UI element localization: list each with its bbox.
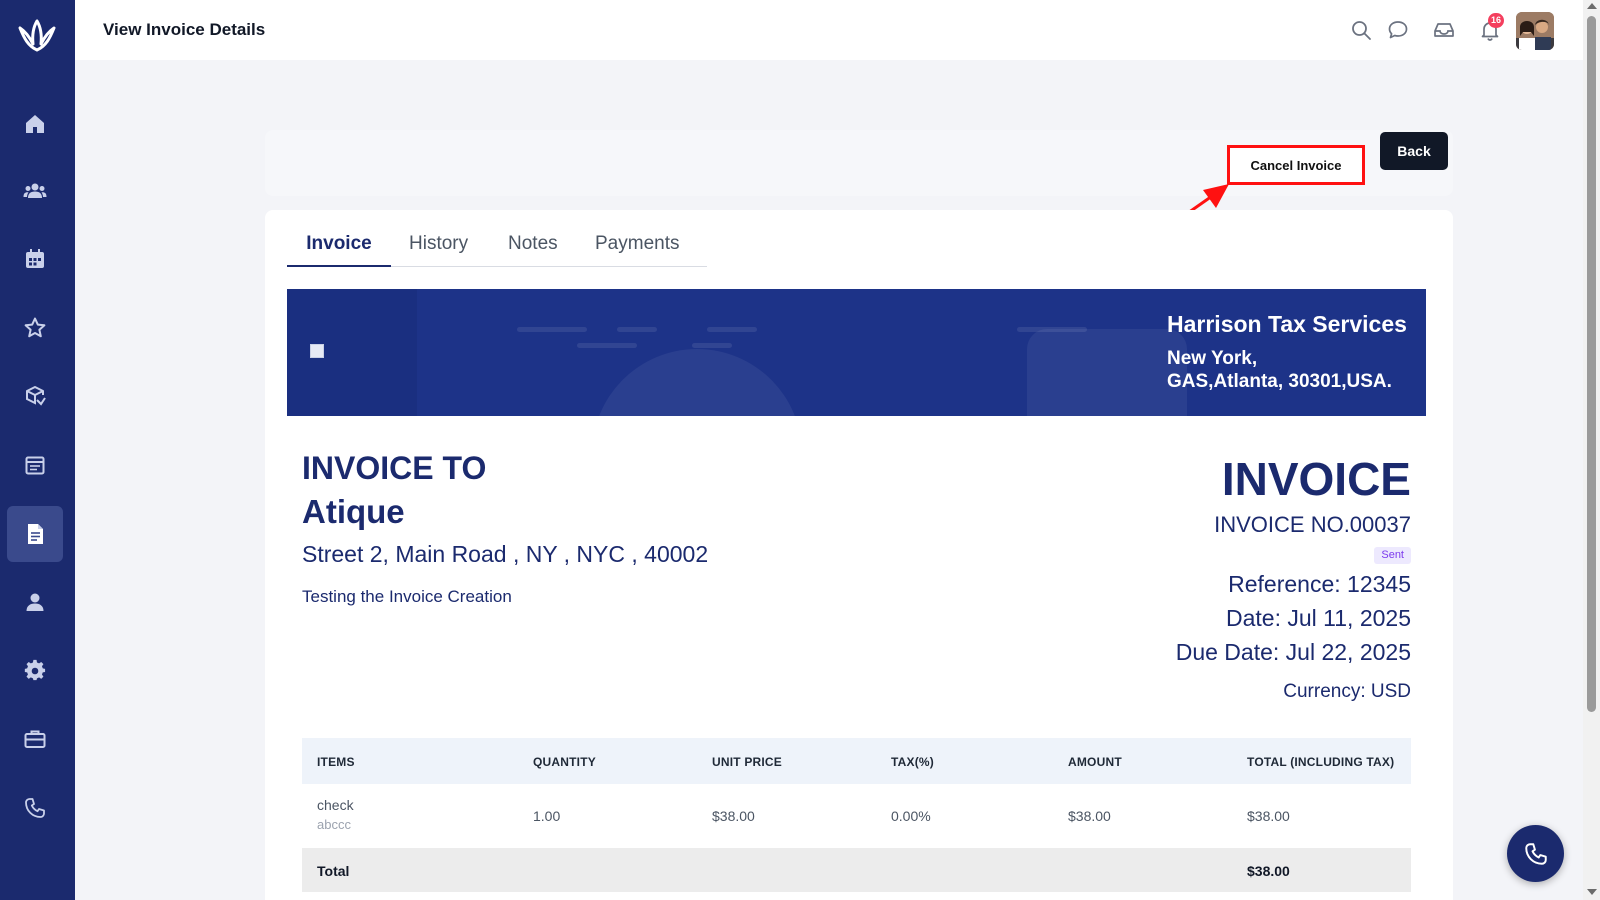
company-address: New York, GAS,Atlanta, 30301,USA. [1167,347,1407,393]
tab-history[interactable]: History [391,228,486,267]
column-header-unit-price: UNIT PRICE [712,755,783,769]
invoice-note: Testing the Invoice Creation [302,587,512,606]
scroll-down-arrow[interactable] [1587,889,1597,895]
invoice-to-heading: INVOICE TO [302,450,487,486]
nav-users[interactable] [7,163,63,219]
nav-schedule[interactable] [7,437,63,493]
user-icon [26,593,44,611]
nav-favorites[interactable] [7,300,63,356]
phone-icon [1524,842,1547,865]
chat-icon[interactable] [1386,18,1410,42]
calendar-note-icon [25,456,45,475]
item-name: check [317,797,354,813]
scrollbar-thumb[interactable] [1587,16,1596,712]
company-name: Harrison Tax Services [1167,311,1407,337]
avatar[interactable] [1516,12,1554,50]
item-quantity: 1.00 [533,808,561,824]
invoice-currency: Currency: USD [1283,681,1411,702]
nav-profile[interactable] [7,574,63,630]
box-icon [26,386,46,406]
star-icon [24,317,46,338]
cancel-invoice-button[interactable]: Cancel Invoice [1227,145,1365,185]
nav-calls[interactable] [7,780,63,836]
nav-settings[interactable] [7,643,63,699]
inbox-icon[interactable] [1432,18,1456,42]
total-label: Total [317,863,350,879]
avatar-photo [1516,12,1554,50]
item-tax: 0.00% [891,808,931,824]
search-icon[interactable] [1349,18,1373,42]
nav-calendar[interactable] [7,231,63,287]
call-button[interactable] [1507,825,1564,882]
column-header-amount: AMOUNT [1068,755,1122,769]
invoice-number: INVOICE NO.00037 [1214,512,1411,537]
nav-invoices[interactable] [7,506,63,562]
gear-icon [24,659,46,681]
invoice-due-date: Due Date: Jul 22, 2025 [1175,639,1411,665]
page-title: View Invoice Details [103,20,266,39]
item-unit-price: $38.00 [712,808,755,824]
nav-packages[interactable] [7,368,63,424]
calendar-icon [26,249,44,268]
nav-business[interactable] [7,711,63,767]
grand-total: $38.00 [1247,863,1290,879]
scroll-up-arrow[interactable] [1587,3,1597,9]
status-badge: Sent [1374,547,1411,564]
nav-home[interactable] [7,96,63,152]
customer-address: Street 2, Main Road , NY , NYC , 40002 [302,541,709,567]
invoice-title: INVOICE [1221,453,1411,505]
invoice-banner: Harrison Tax Services New York, GAS,Atla… [287,289,1426,416]
tab-payments[interactable]: Payments [577,228,697,267]
sidebar [0,0,75,900]
invoice-date: Date: Jul 11, 2025 [1226,605,1411,631]
page-scrollbar[interactable] [1583,0,1600,900]
column-header-total: TOTAL (INCLUDING TAX) [1247,755,1395,769]
back-button[interactable]: Back [1380,132,1448,170]
company-logo-area [287,289,417,416]
company-address-line1: New York, [1167,348,1258,369]
table-row: check abccc 1.00 $38.00 0.00% $38.00 $38… [302,784,1411,848]
column-header-quantity: QUANTITY [533,755,596,769]
top-header: View Invoice Details 16 [75,0,1583,60]
item-amount: $38.00 [1068,808,1111,824]
column-header-items: ITEMS [317,755,355,769]
item-description: abccc [317,817,351,832]
tab-invoice[interactable]: Invoice [287,228,391,267]
company-logo-image [310,344,324,358]
customer-name: Atique [302,493,405,530]
table-footer: Total $38.00 [302,848,1411,892]
item-total: $38.00 [1247,808,1290,824]
company-address-line2: GAS,Atlanta, 30301,USA. [1167,371,1392,392]
users-icon [23,183,47,198]
notification-count-badge: 16 [1488,13,1505,28]
phone-icon [25,798,45,818]
briefcase-icon [24,730,46,748]
invoice-reference: Reference: 12345 [1228,571,1411,597]
brand-logo [18,19,56,52]
home-icon [26,115,44,133]
column-header-tax: TAX(%) [891,755,934,769]
invoice-icon [28,524,43,544]
invoice-tabs: Invoice History Notes Payments [287,228,707,267]
tab-notes[interactable]: Notes [490,228,576,267]
table-header: ITEMS QUANTITY UNIT PRICE TAX(%) AMOUNT … [302,738,1411,784]
